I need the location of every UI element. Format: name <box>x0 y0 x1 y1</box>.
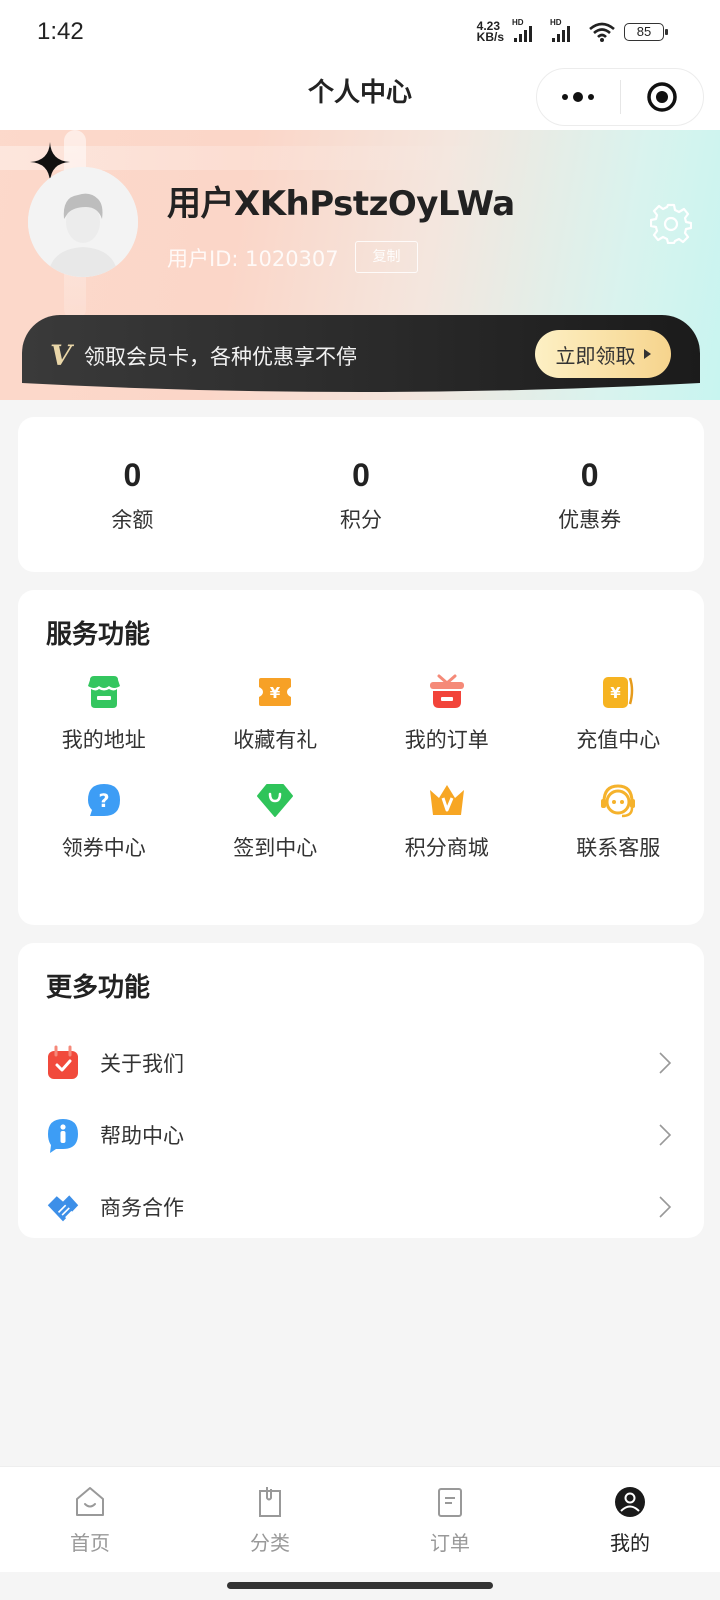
headset-icon <box>601 784 636 818</box>
tab-category[interactable]: 分类 <box>180 1467 360 1572</box>
account-stats-card: 0 余额 0 积分 0 优惠券 <box>18 417 704 572</box>
list-item-help-center[interactable]: 帮助中心 <box>18 1099 704 1171</box>
wifi-icon <box>589 22 615 42</box>
status-bar: 1:42 4.23 KB/s HD HD 85 <box>0 0 720 64</box>
home-indicator[interactable] <box>227 1582 493 1589</box>
question-bubble-icon: ? <box>87 784 120 816</box>
service-check-in-center[interactable]: 签到中心 <box>190 780 362 862</box>
chevron-right-icon <box>659 1196 672 1218</box>
more-button[interactable] <box>537 69 620 125</box>
gift-box-icon <box>429 674 464 708</box>
tab-orders[interactable]: 订单 <box>360 1467 540 1572</box>
chevron-right-icon <box>659 1052 672 1074</box>
service-my-orders[interactable]: 我的订单 <box>361 672 533 754</box>
username: 用户XKhPstzOyLWa <box>167 184 515 224</box>
svg-text:?: ? <box>98 790 109 812</box>
claim-vip-button[interactable]: 立即领取 <box>535 330 671 378</box>
copy-id-button[interactable]: 复制 <box>355 241 418 273</box>
service-contact-support[interactable]: 联系客服 <box>533 780 705 862</box>
calendar-check-icon <box>48 1045 78 1079</box>
service-favorites-gift[interactable]: ¥ 收藏有礼 <box>190 672 362 754</box>
signal-icon: HD <box>550 18 580 44</box>
services-grid: 我的地址 ¥ 收藏有礼 我的订单 ¥ 充值中心 ? 领券中心 签到中心 积分商城… <box>18 672 704 862</box>
service-coupon-center[interactable]: ? 领券中心 <box>18 780 190 862</box>
stat-balance[interactable]: 0 余额 <box>18 417 247 572</box>
handshake-icon <box>47 1195 79 1222</box>
network-speed: 4.23 KB/s <box>476 19 504 44</box>
signal-icon: HD <box>512 18 542 44</box>
user-id: 用户ID: 1020307 <box>167 247 339 271</box>
order-doc-icon <box>438 1488 462 1517</box>
more-functions-list: 关于我们 帮助中心 商务合作 <box>18 1027 704 1243</box>
default-avatar-icon <box>28 167 138 277</box>
service-my-address[interactable]: 我的地址 <box>18 672 190 754</box>
list-item-about-us[interactable]: 关于我们 <box>18 1027 704 1099</box>
more-functions-title: 更多功能 <box>46 973 151 1003</box>
bottom-tab-bar: 首页 分类 订单 我的 <box>0 1466 720 1572</box>
battery-indicator: 85 <box>624 23 668 41</box>
smile-gem-icon <box>257 784 294 817</box>
coupon-yen-icon: ¥ <box>259 678 292 706</box>
crown-icon <box>429 785 464 815</box>
status-time: 1:42 <box>37 18 84 45</box>
user-circle-icon <box>615 1487 645 1517</box>
tab-home[interactable]: 首页 <box>0 1467 180 1572</box>
service-recharge-center[interactable]: ¥ 充值中心 <box>533 672 705 754</box>
stat-coupons[interactable]: 0 优惠券 <box>475 417 704 572</box>
settings-gear-icon[interactable] <box>650 202 692 244</box>
wallet-yen-icon: ¥ <box>603 677 634 708</box>
target-icon <box>647 82 677 112</box>
services-card: 服务功能 我的地址 ¥ 收藏有礼 我的订单 ¥ 充值中心 ? 领券中心 签到中心… <box>18 590 704 925</box>
header-light-streak <box>0 146 720 170</box>
tab-mine[interactable]: 我的 <box>540 1467 720 1572</box>
services-title: 服务功能 <box>46 620 151 650</box>
mini-program-capsule <box>536 68 704 126</box>
chevron-right-icon <box>659 1124 672 1146</box>
stat-points[interactable]: 0 积分 <box>247 417 476 572</box>
service-points-mall[interactable]: 积分商城 <box>361 780 533 862</box>
clip-doc-icon <box>259 1487 281 1517</box>
svg-text:¥: ¥ <box>611 684 622 702</box>
status-indicators: 4.23 KB/s HD HD 85 <box>476 18 668 44</box>
store-icon <box>87 676 120 708</box>
home-icon <box>76 1487 104 1516</box>
svg-text:¥: ¥ <box>270 684 281 702</box>
info-bubble-icon <box>48 1119 78 1153</box>
vip-banner-text: 领取会员卡，各种优惠享不停 <box>84 345 357 369</box>
list-item-business-cooperation[interactable]: 商务合作 <box>18 1171 704 1243</box>
avatar[interactable] <box>28 167 138 277</box>
more-icon <box>562 94 569 100</box>
more-functions-card: 更多功能 关于我们 帮助中心 商务合作 <box>18 943 704 1238</box>
vip-badge-icon: V <box>50 339 72 372</box>
close-mini-program-button[interactable] <box>621 69 704 125</box>
play-arrow-icon <box>643 349 651 359</box>
